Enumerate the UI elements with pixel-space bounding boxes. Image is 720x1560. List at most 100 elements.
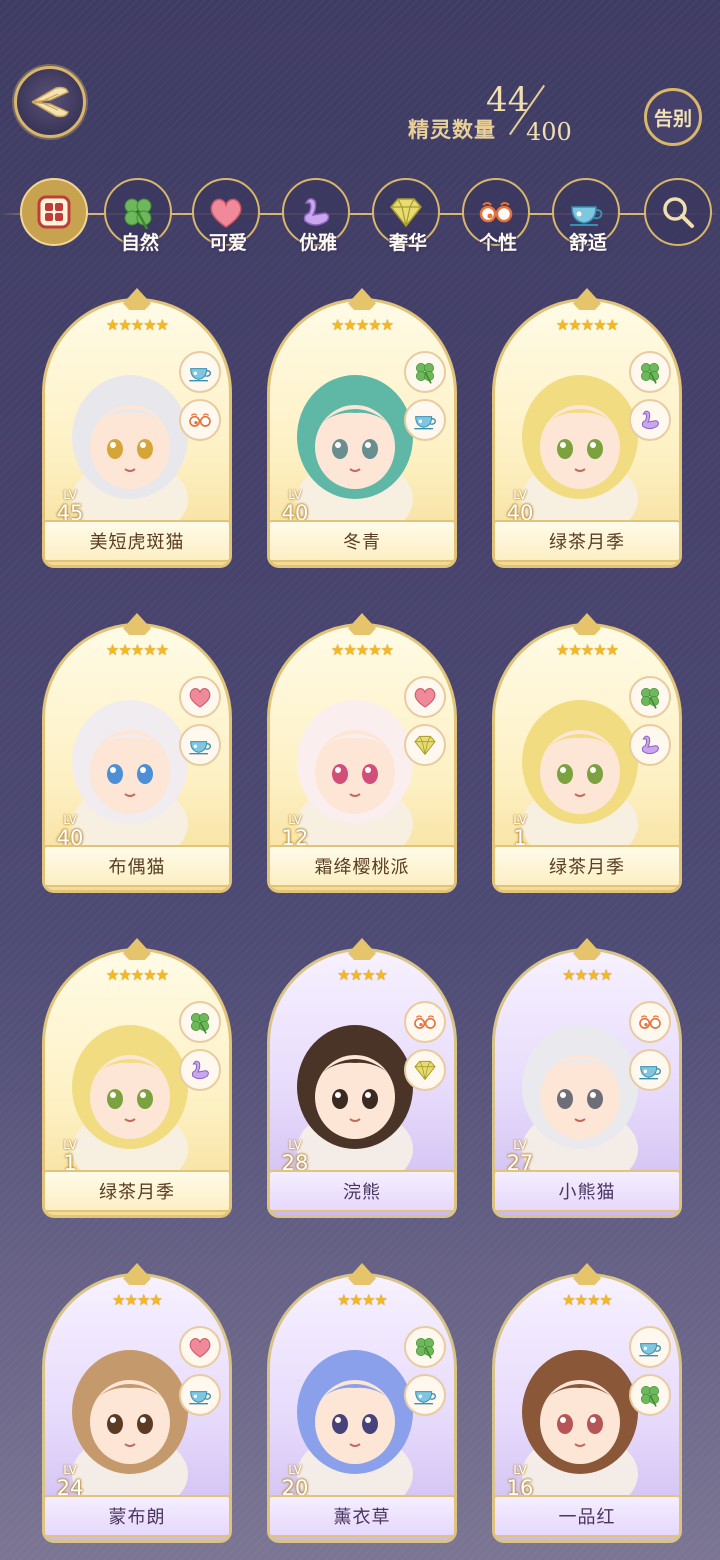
clover-icon xyxy=(629,676,671,718)
crown-ornament xyxy=(123,938,151,960)
crown-ornament xyxy=(573,1263,601,1285)
star-rating: ★★★★ xyxy=(112,1291,163,1309)
star-rating: ★★★★ xyxy=(337,966,388,984)
swan-icon xyxy=(629,724,671,766)
teacup-icon xyxy=(404,399,446,441)
spirit-card[interactable]: LV 40 ★★★★★ 绿茶月季 xyxy=(492,288,682,573)
filter-search[interactable] xyxy=(644,178,716,250)
teacup-icon xyxy=(629,1049,671,1091)
back-button[interactable] xyxy=(14,66,86,138)
teacup-icon xyxy=(629,1326,671,1368)
card-name: 霜绛樱桃派 xyxy=(268,845,456,887)
crown-ornament xyxy=(573,288,601,310)
clover-icon xyxy=(179,1001,221,1043)
star-rating: ★★★★★ xyxy=(105,966,169,984)
level-tag: LV xyxy=(513,813,527,827)
spirit-count: 精灵数量 44 400 xyxy=(408,80,628,150)
spirit-card[interactable]: LV 12 ★★★★★ 霜绛樱桃派 xyxy=(267,613,457,898)
card-name: 小熊猫 xyxy=(493,1170,681,1212)
spirit-card[interactable]: LV 1 ★★★★★ 绿茶月季 xyxy=(42,938,232,1223)
level-tag: LV xyxy=(288,488,302,502)
level-tag: LV xyxy=(63,813,77,827)
filter-label: 自然 xyxy=(120,232,159,254)
star-rating: ★★★★ xyxy=(337,1291,388,1309)
star-rating: ★★★★ xyxy=(562,1291,613,1309)
filter-label: 优雅 xyxy=(298,232,337,254)
clover-icon xyxy=(629,351,671,393)
spirit-card[interactable]: LV 45 ★★★★★ 美短虎斑猫 xyxy=(42,288,232,573)
level-tag: LV xyxy=(288,1463,302,1477)
crown-ornament xyxy=(348,288,376,310)
spirit-card[interactable]: LV 27 ★★★★ 小熊猫 xyxy=(492,938,682,1223)
card-name: 绿茶月季 xyxy=(493,520,681,562)
teacup-icon xyxy=(179,351,221,393)
diamond-icon xyxy=(404,1049,446,1091)
star-rating: ★★★★★ xyxy=(555,316,619,334)
glasses-icon xyxy=(629,1001,671,1043)
spirit-card[interactable]: LV 16 ★★★★ 一品红 xyxy=(492,1263,682,1548)
farewell-button[interactable]: 告别 xyxy=(644,88,702,146)
crown-ornament xyxy=(123,613,151,635)
teacup-icon xyxy=(179,1374,221,1416)
star-rating: ★★★★★ xyxy=(555,641,619,659)
spirit-card[interactable]: LV 20 ★★★★ 薰衣草 xyxy=(267,1263,457,1548)
card-name: 绿茶月季 xyxy=(43,1170,231,1212)
filter-glasses[interactable]: 个性 xyxy=(462,178,534,254)
spirit-count-total: 400 xyxy=(526,118,572,146)
filter-teacup[interactable]: 舒适 xyxy=(552,178,624,254)
card-name: 绿茶月季 xyxy=(493,845,681,887)
filter-all-grid[interactable] xyxy=(20,178,92,250)
filter-swan[interactable]: 优雅 xyxy=(282,178,354,254)
filter-clover[interactable]: 自然 xyxy=(104,178,176,254)
level-tag: LV xyxy=(63,1138,77,1152)
star-rating: ★★★★★ xyxy=(105,641,169,659)
star-rating: ★★★★ xyxy=(562,966,613,984)
crown-ornament xyxy=(123,288,151,310)
heart-icon xyxy=(179,676,221,718)
level-tag: LV xyxy=(63,488,77,502)
card-name: 蒙布朗 xyxy=(43,1495,231,1537)
level-tag: LV xyxy=(513,488,527,502)
spirit-card[interactable]: LV 40 ★★★★★ 布偶猫 xyxy=(42,613,232,898)
teacup-icon xyxy=(179,724,221,766)
crown-ornament xyxy=(348,613,376,635)
search-icon xyxy=(644,178,712,246)
swan-icon xyxy=(179,1049,221,1091)
spirit-card[interactable]: LV 28 ★★★★ 浣熊 xyxy=(267,938,457,1223)
star-rating: ★★★★★ xyxy=(330,316,394,334)
filter-diamond[interactable]: 奢华 xyxy=(372,178,444,254)
clover-icon xyxy=(629,1374,671,1416)
spirit-card[interactable]: LV 40 ★★★★★ 冬青 xyxy=(267,288,457,573)
diamond-icon xyxy=(404,724,446,766)
crown-ornament xyxy=(573,613,601,635)
swan-icon xyxy=(629,399,671,441)
clover-icon xyxy=(404,351,446,393)
glasses-icon xyxy=(179,399,221,441)
filter-label: 奢华 xyxy=(388,232,427,254)
filter-label: 个性 xyxy=(478,232,517,254)
card-name: 美短虎斑猫 xyxy=(43,520,231,562)
card-name: 浣熊 xyxy=(268,1170,456,1212)
glasses-icon xyxy=(404,1001,446,1043)
card-name: 冬青 xyxy=(268,520,456,562)
level-tag: LV xyxy=(513,1138,527,1152)
crown-ornament xyxy=(348,938,376,960)
level-tag: LV xyxy=(63,1463,77,1477)
star-rating: ★★★★★ xyxy=(330,641,394,659)
card-name: 一品红 xyxy=(493,1495,681,1537)
card-name: 薰衣草 xyxy=(268,1495,456,1537)
crown-ornament xyxy=(348,1263,376,1285)
level-tag: LV xyxy=(288,1138,302,1152)
filter-heart[interactable]: 可爱 xyxy=(192,178,264,254)
level-tag: LV xyxy=(288,813,302,827)
teacup-icon xyxy=(404,1374,446,1416)
filter-label: 舒适 xyxy=(568,232,607,254)
crown-ornament xyxy=(573,938,601,960)
filter-label: 可爱 xyxy=(208,232,247,254)
card-name: 布偶猫 xyxy=(43,845,231,887)
star-rating: ★★★★★ xyxy=(105,316,169,334)
spirit-card[interactable]: LV 1 ★★★★★ 绿茶月季 xyxy=(492,613,682,898)
spirit-card[interactable]: LV 24 ★★★★ 蒙布朗 xyxy=(42,1263,232,1548)
crown-ornament xyxy=(123,1263,151,1285)
heart-icon xyxy=(404,676,446,718)
